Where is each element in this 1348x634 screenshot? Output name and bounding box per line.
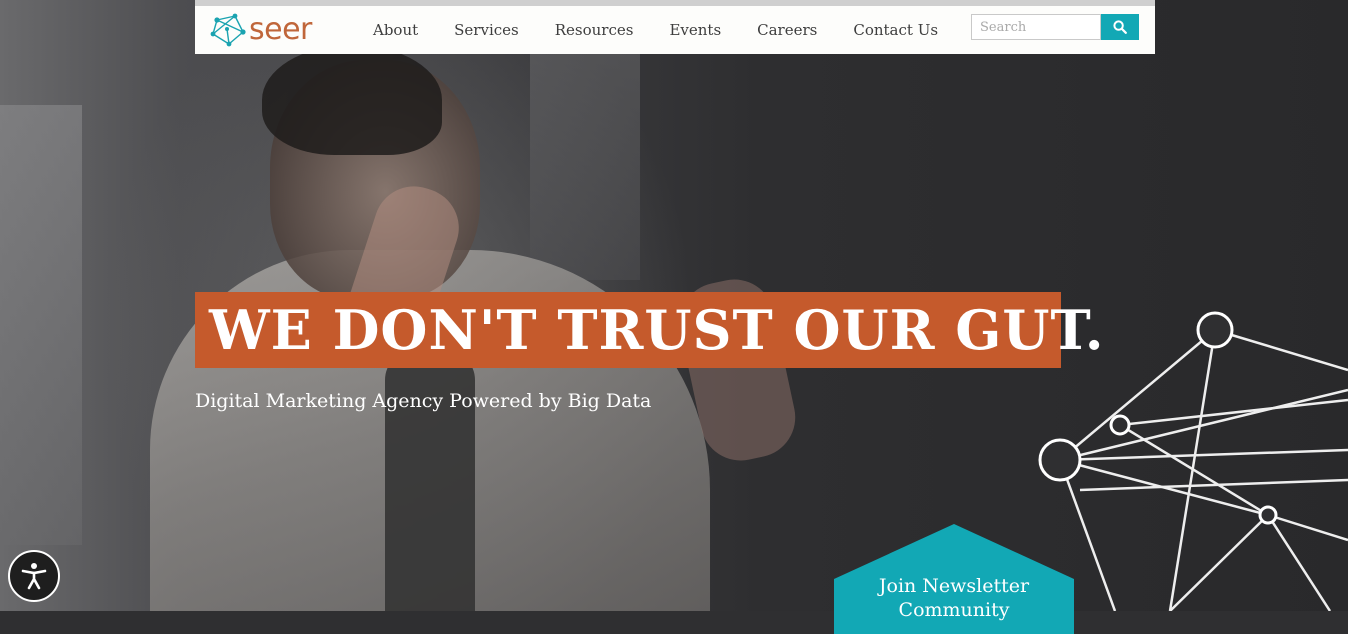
background-panel	[530, 40, 640, 280]
nav-item-careers[interactable]: Careers	[757, 21, 817, 39]
nav-item-about[interactable]: About	[373, 21, 418, 39]
nav-item-resources[interactable]: Resources	[555, 21, 634, 39]
site-logo[interactable]: seer	[209, 10, 312, 50]
newsletter-label: Join Newsletter Community	[878, 575, 1030, 621]
search-button[interactable]	[1101, 14, 1139, 40]
background-panel	[0, 105, 82, 545]
nav-item-contact-us[interactable]: Contact Us	[853, 21, 938, 39]
nav-item-events[interactable]: Events	[669, 21, 721, 39]
hero-subheading: Digital Marketing Agency Powered by Big …	[195, 390, 652, 412]
nav-item-services[interactable]: Services	[454, 21, 519, 39]
seer-network-logo-icon	[210, 13, 246, 47]
speaker-photo-hair	[262, 45, 442, 155]
search-form	[971, 14, 1139, 40]
search-input[interactable]	[971, 14, 1101, 40]
search-icon	[1113, 20, 1127, 34]
hero-headline: WE DON'T TRUST OUR GUT.	[209, 298, 1105, 362]
accessibility-icon	[21, 563, 47, 590]
accessibility-button[interactable]	[8, 550, 60, 602]
main-nav: About Services Resources Events Careers …	[355, 6, 956, 54]
logo-wordmark: seer	[249, 12, 312, 47]
site-header: seer About Services Resources Events Car…	[195, 0, 1155, 54]
headline-banner: WE DON'T TRUST OUR GUT.	[195, 292, 1104, 368]
